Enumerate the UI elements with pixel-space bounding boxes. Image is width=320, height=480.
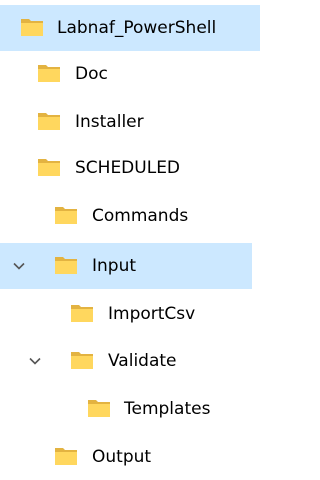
tree-item-label: Doc [75,64,108,84]
tree-item-label: Templates [124,399,211,419]
tree-item-output[interactable]: Output [0,434,275,480]
tree-item-label: Labnaf_PowerShell [57,18,217,38]
folder-icon [55,257,77,274]
tree-item-label: Output [92,447,152,467]
folder-icon [71,352,93,369]
tree-item-label: Validate [108,351,177,371]
folder-icon [21,19,43,36]
tree-item-doc[interactable]: Doc [0,51,275,97]
tree-item-importcsv[interactable]: ImportCsv [0,291,275,337]
folder-icon [38,65,60,82]
folder-icon [38,159,60,176]
tree-item-label: Installer [75,112,144,132]
folder-tree: Labnaf_PowerShell Doc Installer SCHEDULE… [0,0,275,474]
folder-icon [38,113,60,130]
tree-item-label: SCHEDULED [75,158,181,178]
tree-item-scheduled[interactable]: SCHEDULED [0,145,275,191]
folder-icon [71,305,93,322]
folder-icon [55,207,77,224]
tree-item-templates[interactable]: Templates [0,386,275,432]
tree-item-label: ImportCsv [108,304,196,324]
chevron-down-icon[interactable] [28,354,42,368]
chevron-down-icon[interactable] [12,259,26,273]
tree-item-commands[interactable]: Commands [0,193,275,239]
folder-icon [88,400,110,417]
tree-item-label: Input [92,256,137,276]
tree-item-input[interactable]: Input [0,243,252,289]
folder-icon [55,448,77,465]
tree-item-labnaf-powershell[interactable]: Labnaf_PowerShell [0,5,260,51]
tree-item-label: Commands [92,206,189,226]
tree-item-installer[interactable]: Installer [0,99,275,145]
tree-item-validate[interactable]: Validate [0,338,275,384]
